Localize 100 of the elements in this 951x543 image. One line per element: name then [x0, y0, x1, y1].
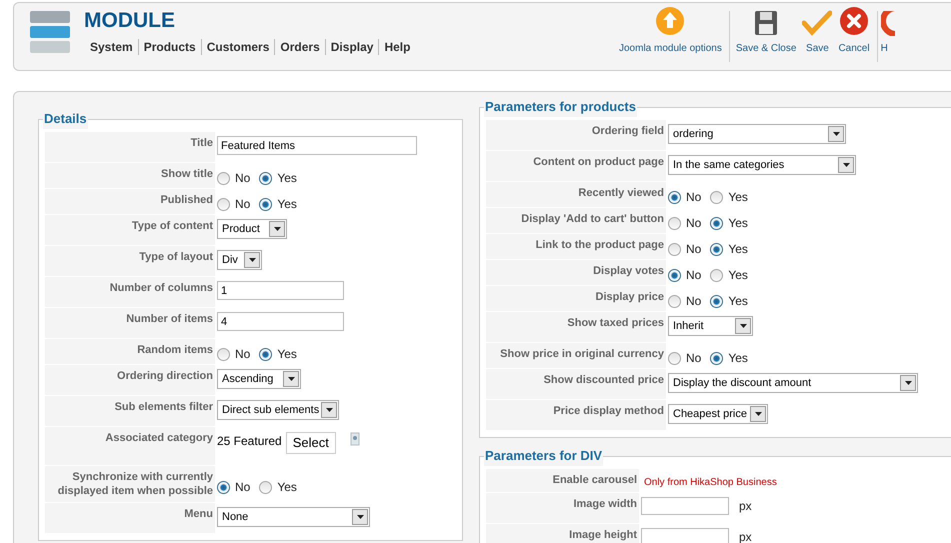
field-label: Synchronize with currently displayed item when possible [56, 470, 213, 499]
toolbar-button[interactable]: H [880, 11, 895, 62]
field-label: Type of content [132, 219, 213, 234]
field-label: Show taxed prices [567, 316, 664, 331]
field-label: Title [190, 136, 213, 151]
radio-label: Yes [728, 267, 748, 284]
text-field[interactable] [641, 528, 729, 543]
dropdown[interactable]: Cheapest price [668, 404, 768, 424]
radio-button[interactable] [668, 352, 681, 364]
menu-link[interactable]: Orders [274, 39, 325, 55]
radio-button[interactable] [259, 172, 272, 184]
radio-label: Yes [728, 293, 748, 310]
radio-label: No [235, 196, 250, 213]
caret-icon [356, 515, 364, 519]
checkmark-icon [802, 10, 832, 36]
caret-icon [842, 163, 850, 167]
radio-label: No [686, 267, 702, 284]
dropdown[interactable]: Product [217, 219, 287, 239]
field-label: Display 'Add to cart' button [521, 212, 664, 227]
radio-button[interactable] [668, 242, 681, 256]
radio-label: No [235, 479, 250, 496]
field-label: Display price [596, 290, 664, 305]
close-icon [839, 6, 869, 36]
radio-button[interactable] [668, 294, 681, 308]
toolbar-button[interactable]: Save [799, 11, 836, 62]
dropdown[interactable]: Ascending [217, 369, 301, 389]
field-label: Show title [161, 167, 213, 182]
select-button[interactable]: Select [286, 432, 336, 454]
field-label: Sub elements filter [114, 400, 213, 415]
radio-button[interactable] [710, 190, 724, 204]
category-value: 25 Featured [217, 433, 282, 450]
field-label: Ordering field [592, 124, 664, 139]
dropdown[interactable]: Inherit [668, 316, 753, 336]
text-field[interactable]: Featured Items [217, 136, 417, 155]
field-label: Ordering direction [117, 369, 213, 384]
toolbar-button[interactable]: Cancel [835, 11, 873, 62]
dropdown[interactable]: Direct sub elements [217, 400, 339, 420]
menu-link[interactable]: Customers [200, 39, 274, 55]
dropdown[interactable]: None [217, 507, 370, 527]
radio-button[interactable] [710, 216, 724, 230]
dropdown[interactable]: In the same categories [668, 155, 856, 175]
unit-label: px [739, 498, 752, 515]
field-label: Link to the product page [536, 238, 664, 253]
page-title: MODULE [84, 8, 176, 34]
field-label: Recently viewed [578, 186, 664, 201]
text-field[interactable]: 1 [217, 281, 344, 300]
radio-label: Yes [277, 170, 297, 187]
radio-label: No [235, 170, 250, 187]
caret-icon [740, 324, 746, 328]
caret-icon [288, 377, 294, 381]
radio-button[interactable] [217, 348, 230, 360]
radio-button[interactable] [668, 268, 681, 282]
radio-label: No [686, 350, 702, 367]
toolbar-button[interactable]: Joomla module options [616, 11, 725, 62]
radio-button[interactable] [259, 198, 272, 210]
caret-icon [274, 227, 280, 231]
radio-button[interactable] [710, 352, 724, 364]
field-label: Enable carousel [552, 473, 637, 488]
radio-label: No [235, 346, 250, 363]
menu-link[interactable]: System [90, 39, 138, 55]
field-label: Random items [137, 343, 213, 358]
field-label: Image height [569, 528, 637, 543]
radio-label: No [686, 293, 702, 310]
clear-icon [350, 432, 360, 446]
radio-label: No [686, 215, 702, 232]
caret-icon [326, 408, 332, 412]
radio-label: Yes [728, 189, 748, 206]
radio-button[interactable] [217, 198, 230, 210]
field-label: Type of layout [139, 250, 213, 265]
field-label: Display votes [593, 264, 664, 279]
radio-label: Yes [728, 215, 748, 232]
text-field[interactable] [641, 497, 729, 515]
radio-button[interactable] [259, 480, 272, 494]
radio-button[interactable] [217, 480, 230, 494]
radio-button[interactable] [259, 348, 272, 360]
radio-button[interactable] [668, 190, 681, 204]
caret-icon [754, 412, 762, 416]
field-label: Published [160, 193, 213, 208]
field-label: Menu [184, 507, 213, 522]
radio-label: Yes [277, 479, 297, 496]
menu-link[interactable]: Display [324, 39, 378, 55]
radio-button[interactable] [710, 294, 724, 308]
menu-link[interactable]: Help [378, 39, 416, 55]
radio-label: No [686, 241, 702, 258]
field-label: Price display method [553, 404, 664, 419]
radio-button[interactable] [710, 242, 724, 256]
menu-link[interactable]: Products [138, 39, 201, 55]
field-label: Show price in original currency [500, 347, 664, 362]
dropdown[interactable]: ordering [668, 124, 846, 144]
radio-button[interactable] [217, 172, 230, 184]
radio-button[interactable] [710, 268, 724, 282]
toolbar-button[interactable]: Save & Close [732, 11, 800, 62]
text-field[interactable]: 4 [217, 312, 344, 331]
dropdown[interactable]: Display the discount amount [668, 373, 918, 393]
radio-button[interactable] [668, 216, 681, 230]
caret-icon [832, 132, 840, 136]
module-icon [30, 11, 70, 55]
dropdown[interactable]: Div [217, 250, 262, 270]
field-label: Content on product page [533, 155, 664, 170]
field-label: Number of items [126, 312, 213, 327]
